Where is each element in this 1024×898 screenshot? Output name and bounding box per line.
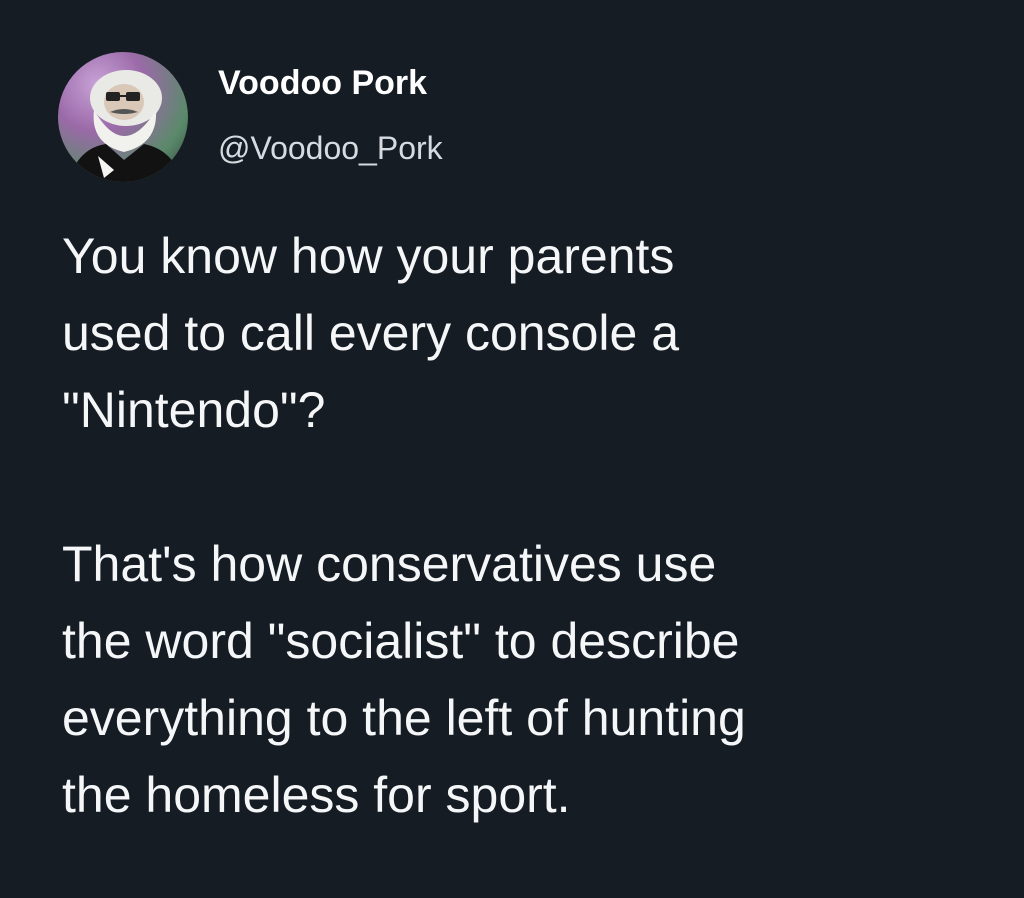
tweet-paragraph: You know how your parents used to call e… <box>62 228 680 438</box>
tweet-paragraph: That's how conservatives use the word "s… <box>62 536 746 823</box>
bearded-man-portrait-icon <box>68 70 182 182</box>
avatar[interactable] <box>58 52 188 182</box>
tweet-card: Voodoo Pork @Voodoo_Pork You know how yo… <box>0 0 1024 898</box>
tweet-text: You know how your parents used to call e… <box>62 218 962 834</box>
author-handle[interactable]: @Voodoo_Pork <box>218 130 443 167</box>
author-display-name[interactable]: Voodoo Pork <box>218 64 427 103</box>
